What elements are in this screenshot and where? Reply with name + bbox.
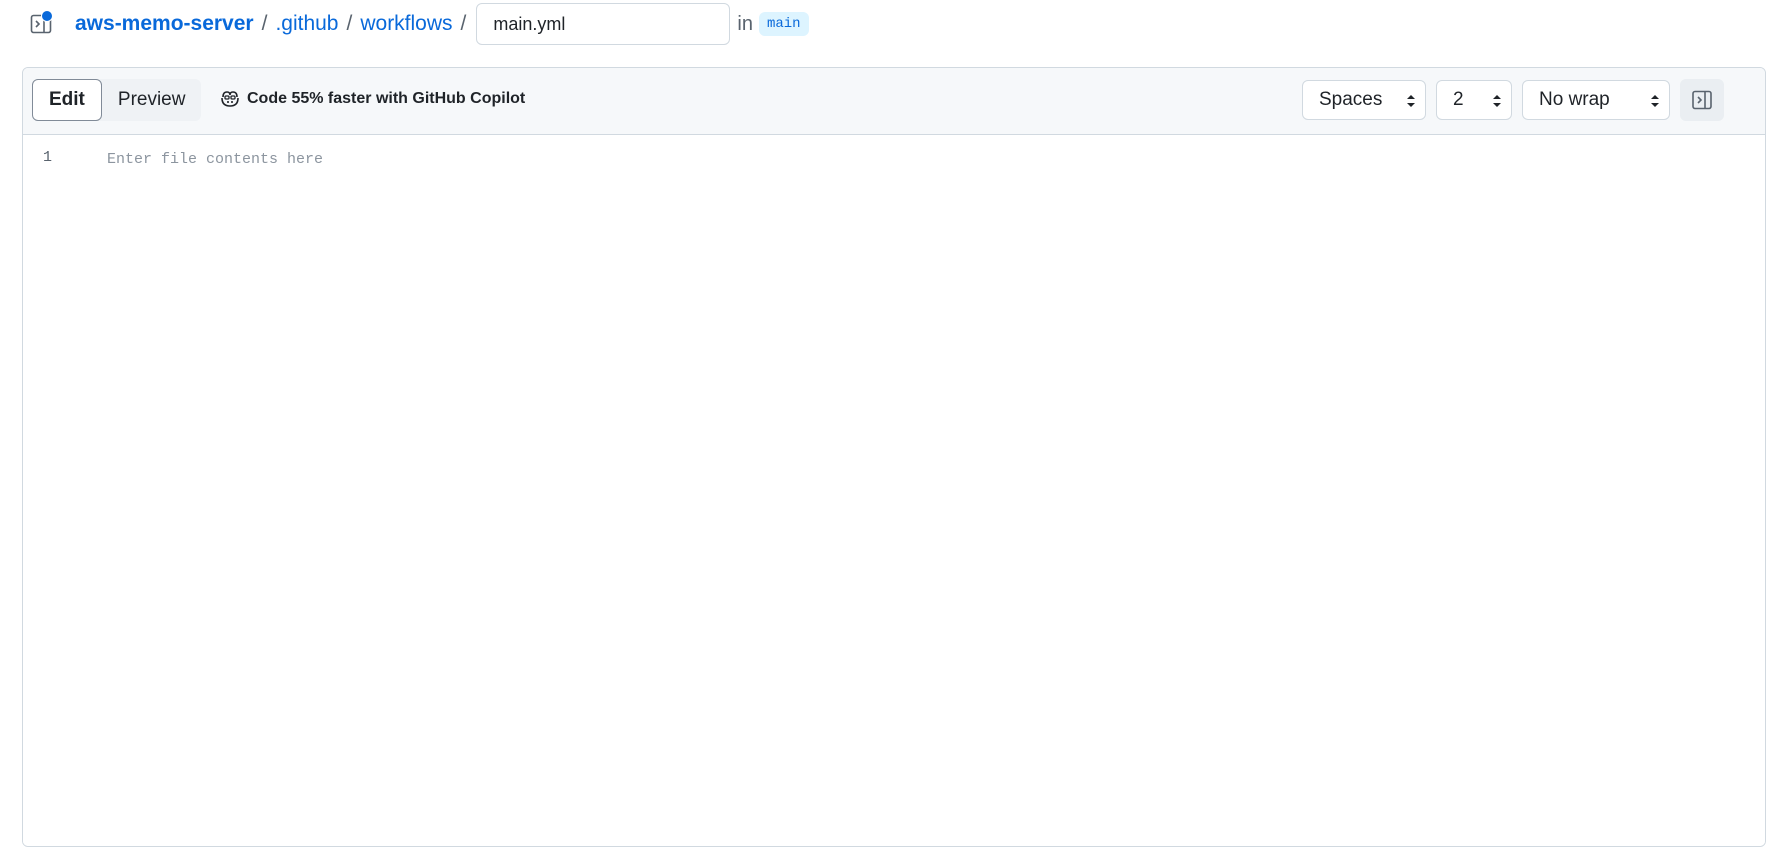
toggle-panel-button[interactable]	[1680, 79, 1724, 121]
edit-tab[interactable]: Edit	[32, 79, 102, 121]
breadcrumb-separator: /	[346, 12, 353, 35]
indent-mode-select[interactable]: Spaces	[1302, 80, 1426, 120]
file-editor: Edit Preview Code 55% faster with GitHub…	[22, 67, 1766, 847]
breadcrumb-repo-link[interactable]: aws-memo-server	[75, 12, 254, 36]
notification-dot	[41, 10, 53, 22]
indent-size-value: 2	[1453, 89, 1464, 110]
code-editor-input[interactable]	[95, 147, 1747, 171]
filename-input[interactable]	[476, 3, 731, 45]
copilot-promo-button[interactable]: Code 55% faster with GitHub Copilot	[219, 89, 525, 109]
breadcrumb-workflows-link[interactable]: workflows	[360, 12, 452, 36]
split-panel-icon	[1692, 90, 1712, 110]
editor-toolbar: Edit Preview Code 55% faster with GitHub…	[23, 68, 1765, 135]
unfold-icon	[1493, 95, 1501, 107]
code-area: 1	[23, 135, 1765, 846]
branch-badge[interactable]: main	[758, 12, 809, 36]
wrap-mode-value: No wrap	[1539, 89, 1610, 110]
wrap-mode-select[interactable]: No wrap	[1522, 80, 1670, 120]
file-path-header: aws-memo-server / .github / workflows / …	[0, 0, 1782, 48]
copilot-icon	[221, 91, 239, 107]
unfold-icon	[1407, 95, 1415, 107]
edit-preview-toggle: Edit Preview	[32, 79, 202, 121]
breadcrumb-github-link[interactable]: .github	[275, 12, 338, 36]
preview-tab[interactable]: Preview	[102, 79, 202, 121]
indent-mode-value: Spaces	[1319, 89, 1383, 110]
copilot-promo-label: Code 55% faster with GitHub Copilot	[247, 90, 526, 107]
line-number: 1	[43, 149, 53, 166]
breadcrumb-separator: /	[460, 12, 467, 35]
breadcrumb-separator: /	[261, 12, 268, 35]
indent-size-select[interactable]: 2	[1436, 80, 1512, 120]
unfold-icon	[1651, 95, 1659, 107]
sidebar-toggle-button[interactable]	[29, 10, 53, 36]
breadcrumb: aws-memo-server / .github / workflows / …	[75, 3, 809, 45]
in-label: in	[737, 12, 753, 35]
